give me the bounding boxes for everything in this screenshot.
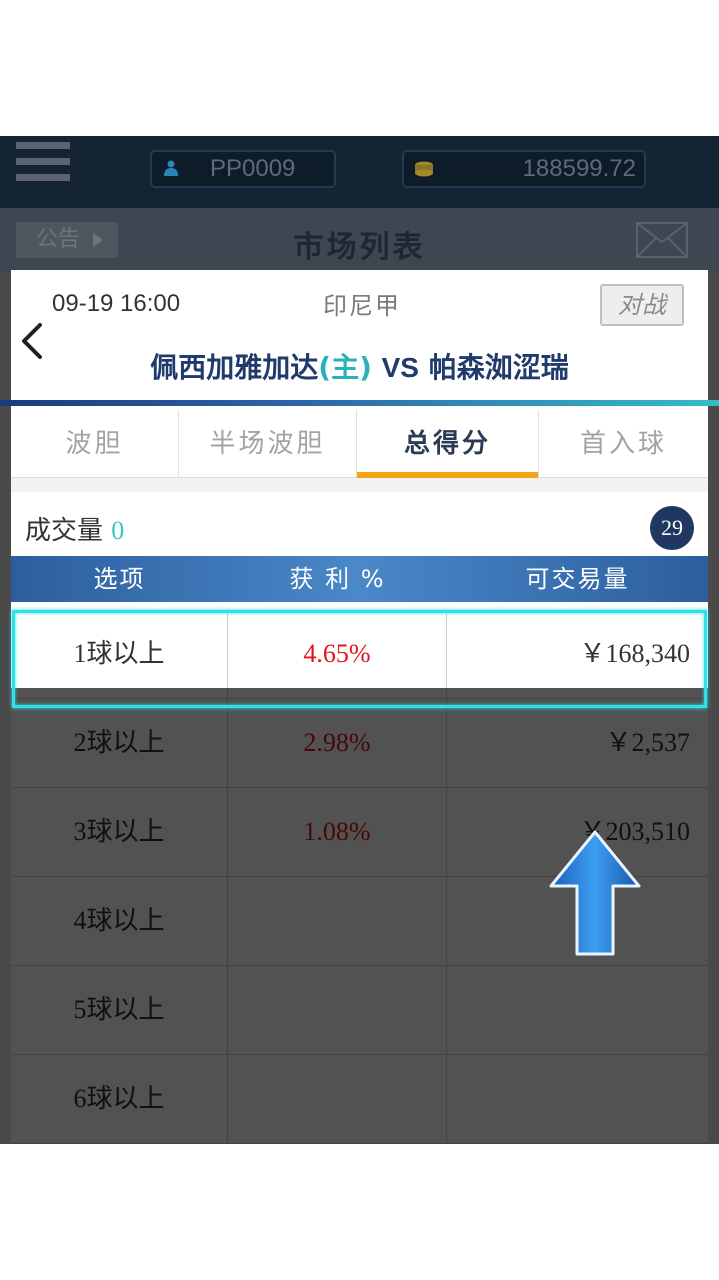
header-profit: 获 利 % bbox=[289, 565, 386, 593]
table-row[interactable]: 2球以上 2.98% ￥2,537 bbox=[11, 699, 708, 788]
header-divider bbox=[0, 400, 719, 406]
table-row[interactable]: 1球以上 4.65% ￥168,340 bbox=[11, 610, 708, 699]
match-header: 09-19 16:00 印尼甲 对战 佩西加雅加达(主) VS 帕森洳涩瑞 bbox=[11, 270, 708, 402]
user-icon bbox=[164, 160, 178, 176]
sub-bar: 公告 市场列表 bbox=[0, 208, 719, 272]
league-name: 印尼甲 bbox=[323, 292, 401, 320]
volume-value: 0 bbox=[111, 516, 125, 545]
spacer bbox=[11, 478, 708, 492]
match-time: 09-19 16:00 bbox=[52, 290, 181, 317]
option-cell: 6球以上 bbox=[11, 1055, 228, 1143]
home-team: 佩西加雅加达 bbox=[150, 351, 319, 384]
mail-icon[interactable] bbox=[636, 222, 688, 258]
market-detail-panel: 09-19 16:00 印尼甲 对战 佩西加雅加达(主) VS 帕森洳涩瑞 波胆… bbox=[0, 270, 719, 1144]
count-badge: 29 bbox=[650, 506, 694, 550]
profit-cell[interactable]: 4.65% bbox=[228, 610, 447, 698]
up-arrow-icon bbox=[549, 830, 641, 956]
header-option: 选项 bbox=[93, 565, 146, 593]
option-cell: 3球以上 bbox=[11, 788, 228, 876]
top-bar: PP0009 188599.72 bbox=[0, 136, 719, 208]
balance-pill[interactable]: 188599.72 bbox=[402, 150, 646, 188]
vs-label: VS bbox=[381, 352, 419, 383]
menu-icon[interactable] bbox=[16, 142, 70, 188]
tab-half-time-score[interactable]: 半场波胆 bbox=[179, 410, 357, 478]
option-cell: 1球以上 bbox=[11, 610, 228, 698]
profit-cell[interactable] bbox=[228, 877, 447, 965]
profit-cell[interactable] bbox=[228, 966, 447, 1054]
home-marker: (主) bbox=[318, 351, 372, 384]
volume-row: 成交量 0 29 bbox=[11, 492, 708, 556]
market-tabs: 波胆 半场波胆 总得分 首入球 bbox=[11, 410, 708, 478]
profit-cell[interactable] bbox=[228, 1055, 447, 1143]
header-amount: 可交易量 bbox=[525, 565, 630, 593]
username: PP0009 bbox=[210, 155, 296, 182]
tab-correct-score[interactable]: 波胆 bbox=[11, 410, 179, 478]
option-cell: 5球以上 bbox=[11, 966, 228, 1054]
profit-cell[interactable]: 1.08% bbox=[228, 788, 447, 876]
amount-cell[interactable] bbox=[447, 1055, 708, 1143]
vs-button[interactable]: 对战 bbox=[600, 284, 684, 326]
app-screen: PP0009 188599.72 公告 市场列表 09-19 16:00 印尼甲… bbox=[0, 136, 719, 1144]
match-teams: 佩西加雅加达(主) VS 帕森洳涩瑞 bbox=[11, 346, 708, 386]
volume-label: 成交量 0 bbox=[25, 510, 124, 547]
balance-value: 188599.72 bbox=[522, 155, 636, 182]
option-cell: 4球以上 bbox=[11, 877, 228, 965]
page-title: 市场列表 bbox=[293, 230, 426, 265]
user-account-pill[interactable]: PP0009 bbox=[150, 150, 336, 188]
table-row[interactable]: 6球以上 bbox=[11, 1055, 708, 1144]
tab-total-goals[interactable]: 总得分 bbox=[357, 410, 538, 478]
amount-cell[interactable]: ￥168,340 bbox=[447, 610, 708, 698]
volume-caption: 成交量 bbox=[25, 516, 104, 546]
table-row[interactable]: 5球以上 bbox=[11, 966, 708, 1055]
profit-cell[interactable]: 2.98% bbox=[228, 699, 447, 787]
tab-first-goal[interactable]: 首入球 bbox=[538, 410, 708, 478]
coin-icon bbox=[415, 161, 433, 177]
amount-cell[interactable] bbox=[447, 966, 708, 1054]
table-header: 选项 获 利 % 可交易量 bbox=[11, 556, 708, 602]
away-team: 帕森洳涩瑞 bbox=[428, 351, 569, 384]
option-cell: 2球以上 bbox=[11, 699, 228, 787]
amount-cell[interactable]: ￥2,537 bbox=[447, 699, 708, 787]
